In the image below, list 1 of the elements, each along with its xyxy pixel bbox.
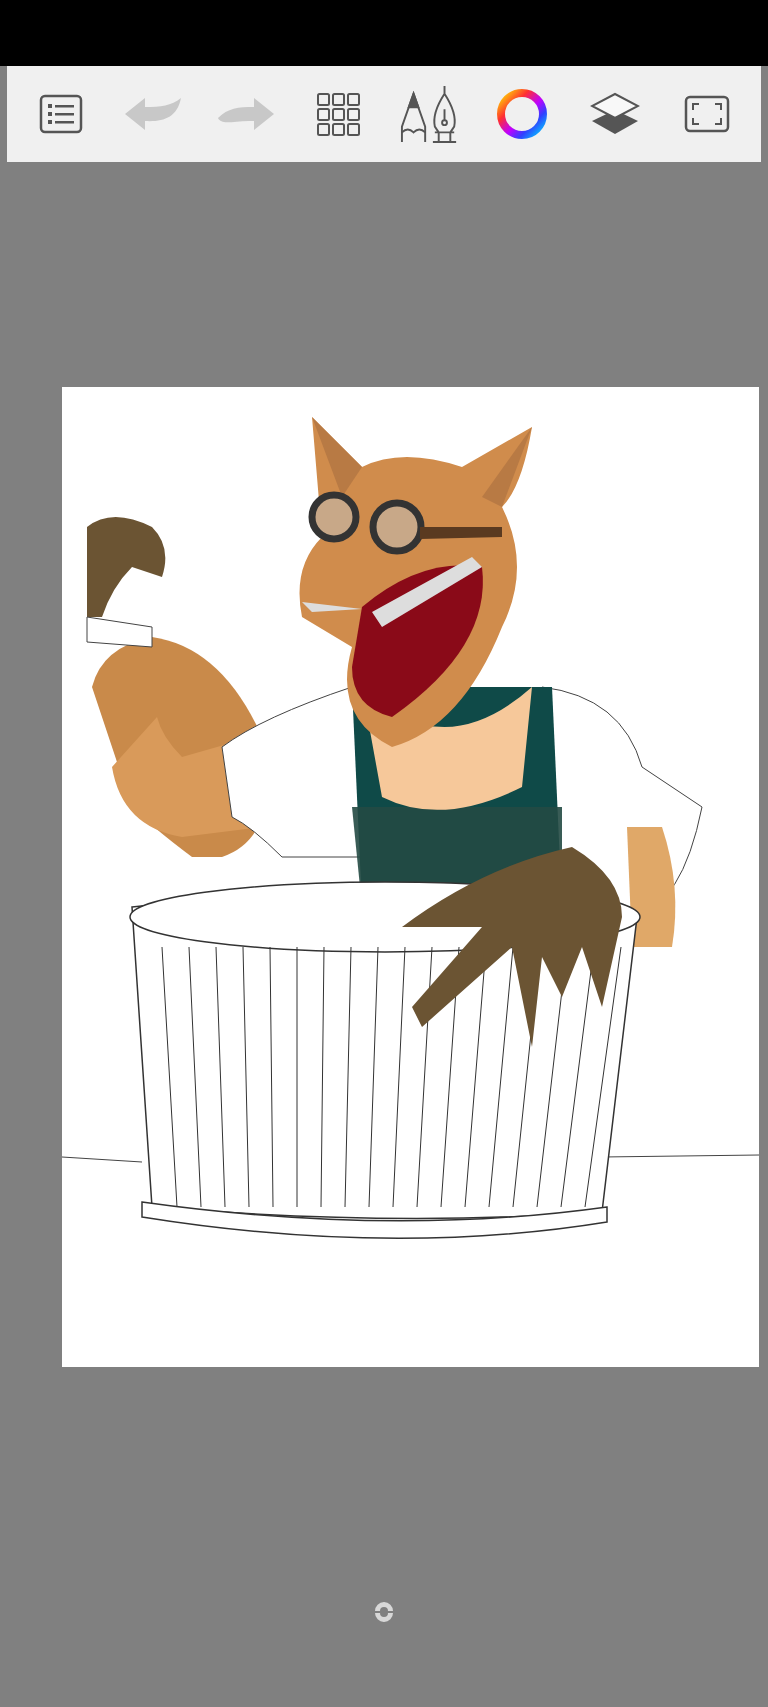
rotate-icon[interactable] <box>373 1601 395 1623</box>
